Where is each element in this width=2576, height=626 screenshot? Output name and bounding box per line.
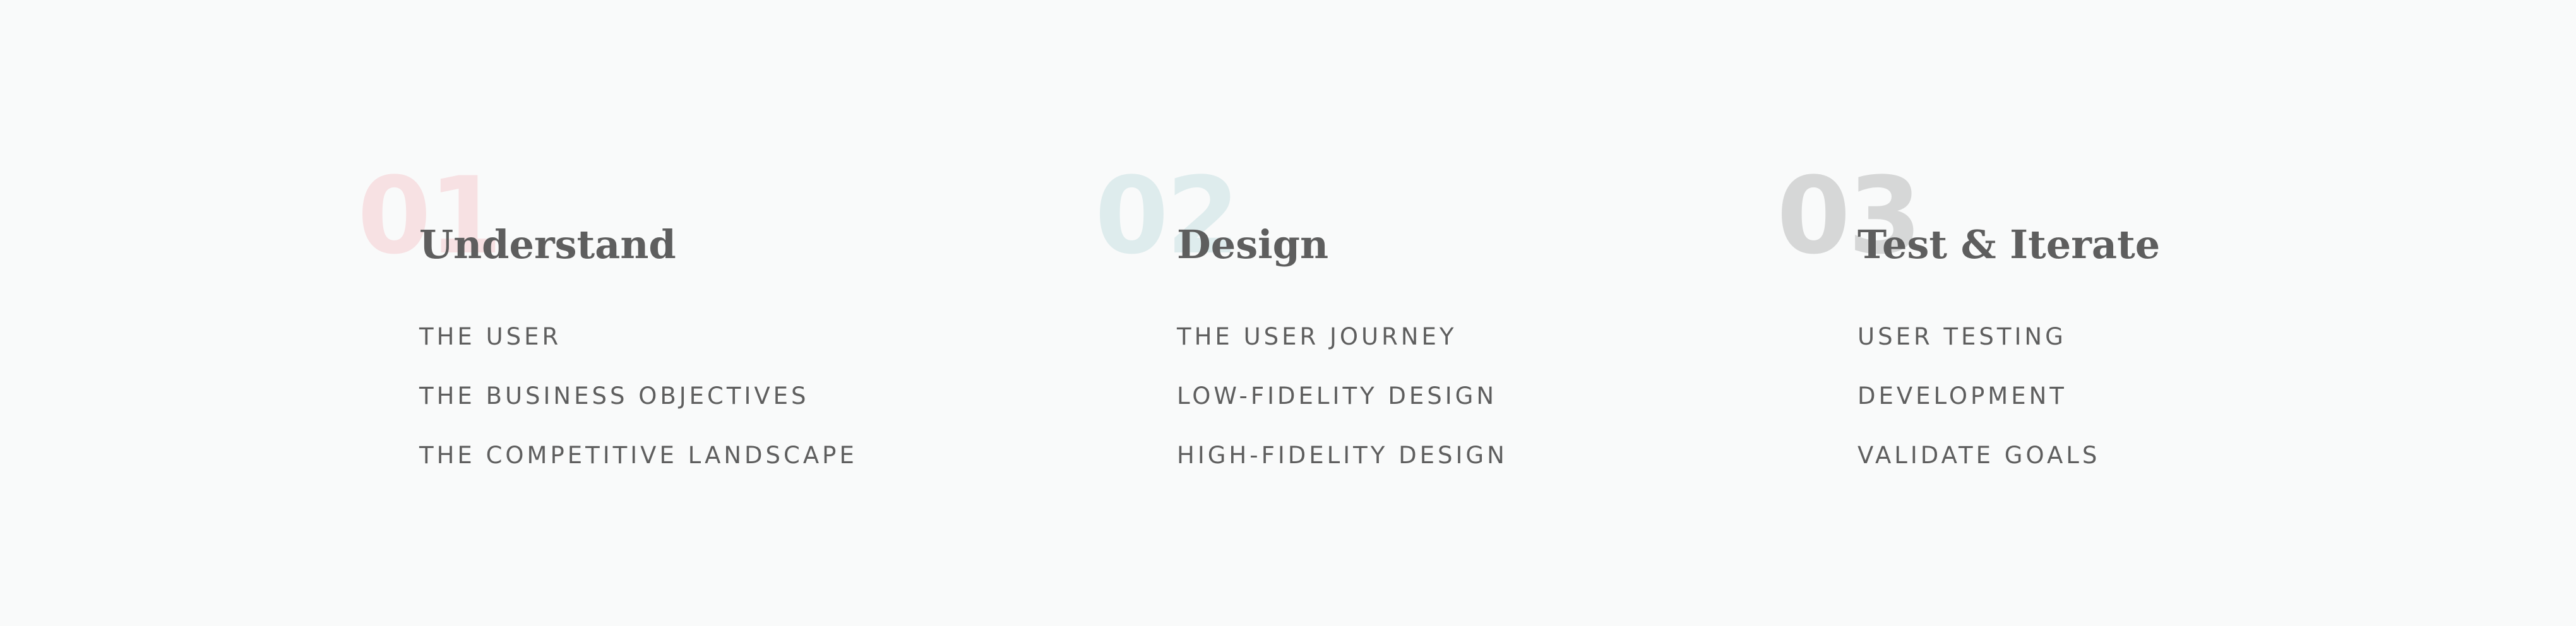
list-item: THE USER <box>419 323 562 350</box>
list-item: THE USER JOURNEY <box>1177 323 1457 350</box>
list-item: VALIDATE GOALS <box>1857 442 2101 469</box>
step-title: Test & Iterate <box>1857 221 2161 268</box>
list-item: USER TESTING <box>1857 323 2066 350</box>
step-item-list: USER TESTING DEVELOPMENT VALIDATE GOALS <box>1857 307 2100 485</box>
step-item-list: THE USER JOURNEY LOW-FIDELITY DESIGN HIG… <box>1177 307 1508 485</box>
step-title: Design <box>1177 221 1329 268</box>
list-item: HIGH-FIDELITY DESIGN <box>1177 442 1508 469</box>
list-item: DEVELOPMENT <box>1857 382 2067 410</box>
list-item: THE BUSINESS OBJECTIVES <box>419 382 809 410</box>
step-title: Understand <box>419 221 676 268</box>
list-item: THE COMPETITIVE LANDSCAPE <box>419 442 857 469</box>
list-item: LOW-FIDELITY DESIGN <box>1177 382 1498 410</box>
step-item-list: THE USER THE BUSINESS OBJECTIVES THE COM… <box>419 307 857 485</box>
